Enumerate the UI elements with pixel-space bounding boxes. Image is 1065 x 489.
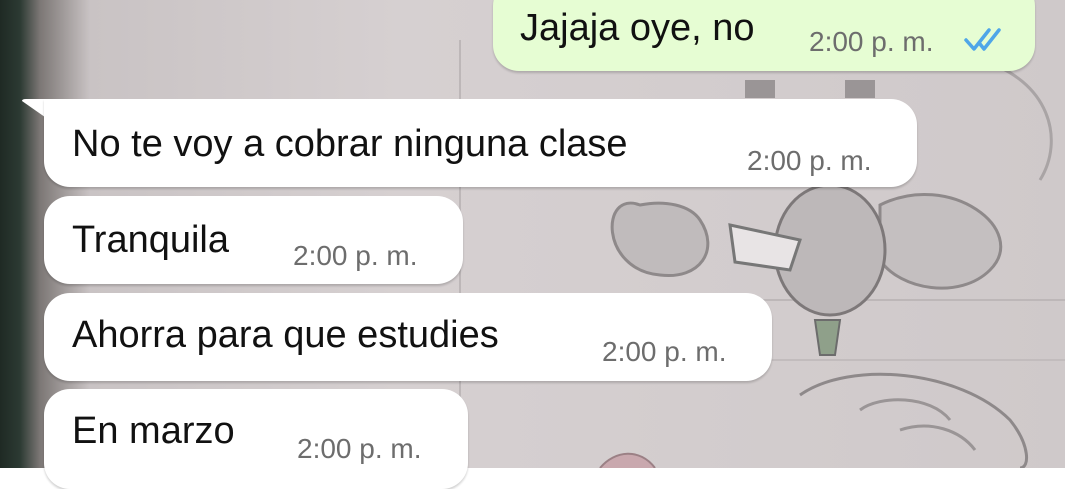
- message-timestamp: 2:00 p. m.: [747, 145, 872, 176]
- message-timestamp: 2:00 p. m.: [297, 433, 422, 464]
- incoming-message-bubble[interactable]: Tranquila 2:00 p. m.: [44, 196, 463, 284]
- message-text: Tranquila: [72, 219, 230, 261]
- incoming-message-bubble[interactable]: Ahorra para que estudies 2:00 p. m.: [44, 293, 772, 381]
- message-timestamp: 2:00 p. m.: [293, 240, 418, 271]
- message-timestamp: 2:00 p. m.: [809, 26, 934, 57]
- message-text: Jajaja oye, no: [520, 7, 755, 49]
- message-text: No te voy a cobrar ninguna clase: [72, 123, 628, 165]
- incoming-message-bubble[interactable]: En marzo 2:00 p. m.: [44, 389, 468, 489]
- incoming-message-bubble[interactable]: No te voy a cobrar ninguna clase 2:00 p.…: [44, 99, 917, 187]
- message-text: Ahorra para que estudies: [72, 314, 499, 356]
- message-timestamp: 2:00 p. m.: [602, 336, 727, 367]
- outgoing-message-bubble[interactable]: Jajaja oye, no 2:00 p. m.: [493, 0, 1035, 71]
- double-check-read-icon: [964, 28, 1001, 51]
- message-text: En marzo: [72, 410, 235, 452]
